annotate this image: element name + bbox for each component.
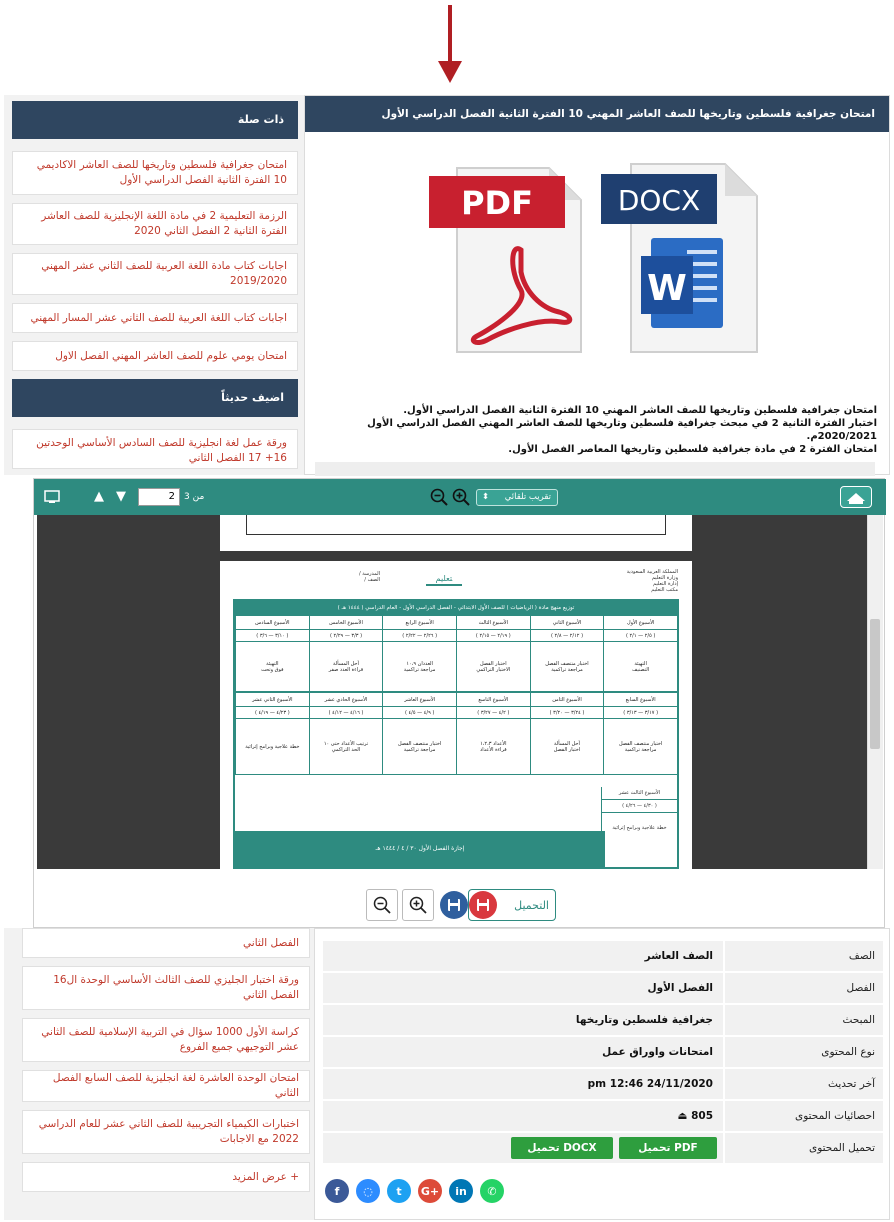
- linkedin-icon[interactable]: in: [449, 1179, 473, 1203]
- svg-text:W: W: [647, 268, 687, 309]
- zoom-out-icon: [373, 896, 391, 914]
- zoom-out-button[interactable]: [366, 889, 398, 921]
- zoom-select[interactable]: تقريب تلقائي ⬍: [476, 489, 558, 506]
- show-more-link[interactable]: + عرض المزيد: [22, 1162, 310, 1192]
- viewer-toolbar: ▲ ▼ 2 من 3 تقريب تلقائي ⬍: [34, 479, 886, 515]
- docx-file-icon[interactable]: DOCX W: [601, 160, 761, 360]
- save-docx-button[interactable]: [440, 891, 468, 919]
- zoom-out-icon[interactable]: [430, 479, 448, 515]
- doc-header-right: المملكة العربية السعودية وزارة التعليم إ…: [626, 569, 678, 593]
- next-page-icon[interactable]: ▼: [116, 479, 126, 515]
- info-row-grade: الصف العاشر الصف: [323, 941, 883, 971]
- bottom-content-panel: الفصل الثاني ورقة اختبار الجليزي للصف ال…: [4, 928, 890, 1220]
- info-row-download: تحميل المحتوى تحميل PDF تحميل DOCX: [323, 1133, 883, 1163]
- pdf-file-icon[interactable]: PDF: [429, 160, 595, 360]
- sidebar-recent-list: الفصل الثاني ورقة اختبار الجليزي للصف ال…: [22, 928, 310, 1192]
- facebook-icon[interactable]: f: [325, 1179, 349, 1203]
- related-link[interactable]: اجابات كتاب مادة اللغة العربية للصف الثا…: [12, 253, 298, 295]
- schedule-row-1: الأسبوع السادس الأسبوع الخامس الأسبوع ال…: [235, 615, 677, 692]
- messenger-icon[interactable]: ◌: [356, 1179, 380, 1203]
- recent-link[interactable]: كراسة الأول 1000 سؤال في التربية الإسلام…: [22, 1018, 310, 1062]
- info-row-last-update: 24/11/2020 12:46 pm آخر تحديث: [323, 1069, 883, 1099]
- week-13-cell: الأسبوع الثالث عشر ( ٤/٣٠ — ٤/٢٦ ) خطة ع…: [601, 787, 677, 867]
- download-docx-button[interactable]: تحميل DOCX: [511, 1137, 613, 1159]
- recent-link[interactable]: امتحان الوحدة العاشرة لغة انجليزية للصف …: [22, 1070, 310, 1102]
- download-icon: ⏏: [677, 1110, 688, 1122]
- info-row-stats: 805 ⏏ احصائيات المحتوى: [323, 1101, 883, 1131]
- save-pdf-icon: [469, 891, 497, 919]
- floppy-icon: [448, 899, 460, 911]
- recent-link[interactable]: ورقة اختبار الجليزي للصف الثالث الأساسي …: [22, 966, 310, 1010]
- google-plus-icon[interactable]: G+: [418, 1179, 442, 1203]
- table-top-edge: [315, 462, 875, 476]
- previous-page-icon[interactable]: ▲: [94, 479, 104, 515]
- sidebar: ذات صلة امتحان جغرافية فلسطين وتاريخها ل…: [12, 101, 298, 469]
- page-number-input[interactable]: 2: [138, 488, 180, 506]
- chevron-down-icon: ⬍: [482, 492, 490, 502]
- schedule-row-2: الأسبوع الثاني عشر الأسبوع الحادي عشر ال…: [235, 692, 677, 775]
- ministry-logo: ﺘﻌﻠﻴﻢ: [420, 571, 468, 589]
- site-logo: [840, 486, 872, 508]
- viewer-scroll-thumb[interactable]: [870, 619, 880, 749]
- whatsapp-icon[interactable]: ✆: [480, 1179, 504, 1203]
- recent-link[interactable]: ورقة عمل لغة انجليزية للصف السادس الأساس…: [12, 429, 298, 469]
- twitter-icon[interactable]: t: [387, 1179, 411, 1203]
- recent-heading: اضيف حديثاً: [12, 379, 298, 417]
- related-link[interactable]: اجابات كتاب اللغة العربية للصف الثاني عش…: [12, 303, 298, 333]
- zoom-in-button[interactable]: [402, 889, 434, 921]
- pdf-viewer: ▲ ▼ 2 من 3 تقريب تلقائي ⬍ المملكة العربي…: [33, 478, 886, 928]
- related-link[interactable]: امتحان جغرافية فلسطين وتاريخها للصف العا…: [12, 151, 298, 195]
- viewer-canvas[interactable]: المملكة العربية السعودية وزارة التعليم إ…: [37, 515, 883, 869]
- document-page-2: المملكة العربية السعودية وزارة التعليم إ…: [220, 561, 692, 869]
- related-link[interactable]: امتحان يومي علوم للصف العاشر المهني الفص…: [12, 341, 298, 371]
- schedule-table: توزيع منهج مادة ( الرياضيات ) للصف الأول…: [233, 599, 679, 869]
- top-content-panel: ذات صلة امتحان جغرافية فلسطين وتاريخها ل…: [4, 95, 890, 476]
- content-info-table: الصف العاشر الصف الفصل الأول الفصل جغراف…: [314, 928, 890, 1220]
- svg-text:PDF: PDF: [461, 184, 533, 222]
- main-article-card: امتحان جغرافية فلسطين وتاريخها للصف العا…: [304, 95, 890, 476]
- svg-text:ﺘﻌﻠﻴﻢ: ﺘﻌﻠﻴﻢ: [436, 574, 453, 583]
- document-page-1: [220, 515, 692, 551]
- related-heading: ذات صلة: [12, 101, 298, 139]
- doc-header-left: المدرسة / الصف /: [359, 571, 380, 583]
- svg-text:DOCX: DOCX: [618, 184, 700, 217]
- info-row-semester: الفصل الأول الفصل: [323, 973, 883, 1003]
- info-row-subject: جغرافية فلسطين وتاريخها المبحث: [323, 1005, 883, 1035]
- recent-link[interactable]: الفصل الثاني: [22, 928, 310, 958]
- viewer-action-buttons: التحميل: [366, 889, 556, 925]
- related-link[interactable]: الرزمة التعليمية 2 في مادة اللغة الإنجلي…: [12, 203, 298, 245]
- recent-link[interactable]: اختبارات الكيمياء التجريبية للصف الثاني …: [22, 1110, 310, 1154]
- page-total: من 3: [184, 492, 205, 502]
- article-title: امتحان جغرافية فلسطين وتاريخها للصف العا…: [305, 96, 889, 132]
- sidebar-toggle-icon[interactable]: [44, 479, 60, 515]
- zoom-in-icon: [409, 896, 427, 914]
- download-button[interactable]: التحميل: [468, 889, 556, 921]
- holiday-band: إجازة الفصل الأول ٣٠ / ٤ / ١٤٤٤ هـ: [235, 831, 605, 867]
- down-arrow-indicator: [438, 5, 462, 83]
- zoom-in-icon[interactable]: [452, 479, 470, 515]
- info-row-content-type: امتحانات واوراق عمل نوع المحتوى: [323, 1037, 883, 1067]
- download-count: 805: [691, 1110, 713, 1122]
- article-description: امتحان جغرافية فلسطين وتاريخها للصف العا…: [367, 405, 877, 455]
- download-pdf-button[interactable]: تحميل PDF: [619, 1137, 717, 1159]
